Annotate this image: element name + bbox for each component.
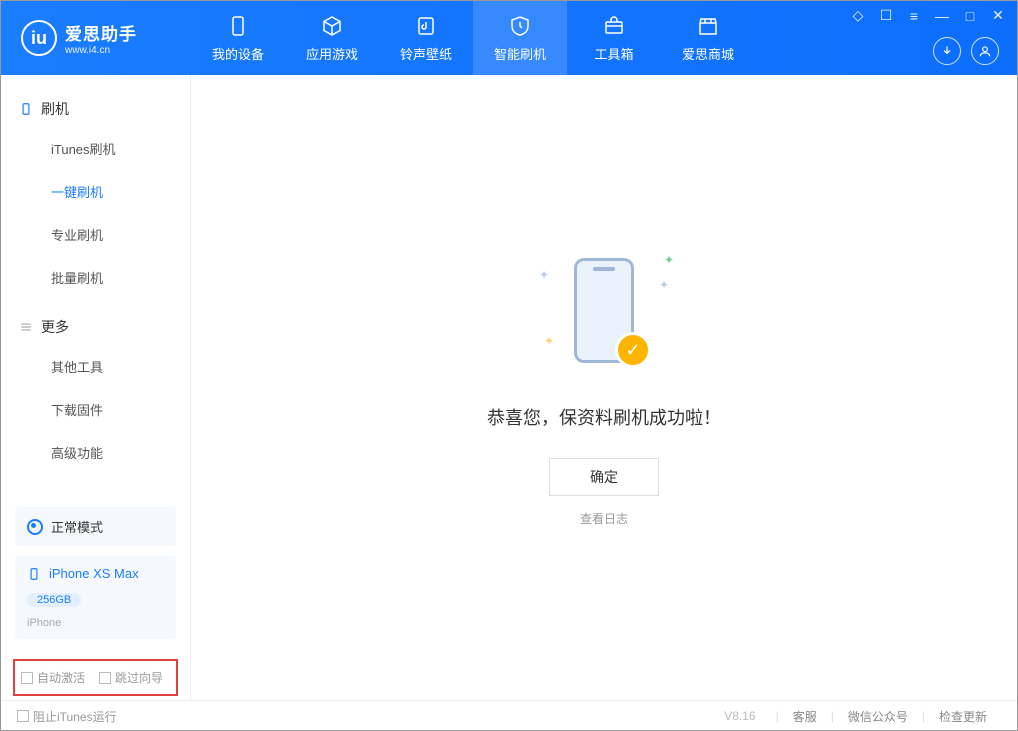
checkbox-icon [21, 672, 33, 684]
sparkle-icon: ✦ [544, 334, 554, 348]
logo-icon: iu [21, 20, 57, 56]
sidebar-item-itunes-flash[interactable]: iTunes刷机 [1, 127, 190, 170]
window-controls: ◇ ☐ ≡ — □ ✕ [849, 7, 1007, 24]
tab-label: 铃声壁纸 [400, 44, 452, 63]
ok-button[interactable]: 确定 [549, 458, 659, 496]
header-actions [933, 37, 999, 65]
checkmark-badge-icon: ✓ [615, 332, 651, 368]
device-type: iPhone [27, 617, 61, 629]
version-label: V8.16 [724, 709, 755, 723]
checkbox-icon [17, 710, 29, 722]
checkbox-skip-guide[interactable]: 跳过向导 [99, 669, 163, 686]
tab-toolbox[interactable]: 工具箱 [567, 1, 661, 75]
tab-label: 我的设备 [212, 44, 264, 63]
tab-flash[interactable]: 智能刷机 [473, 1, 567, 75]
sparkle-icon: ✦ [539, 268, 549, 282]
store-icon [696, 14, 720, 38]
status-bar: 阻止iTunes运行 V8.16 | 客服 | 微信公众号 | 检查更新 [1, 700, 1017, 731]
phone-icon [27, 567, 41, 581]
checkbox-block-itunes[interactable]: 阻止iTunes运行 [17, 708, 117, 725]
sidebar-item-other-tools[interactable]: 其他工具 [1, 345, 190, 388]
device-detail-box[interactable]: iPhone XS Max 256GB iPhone [15, 556, 176, 639]
checkbox-label: 自动激活 [37, 669, 85, 686]
section-label: 更多 [41, 317, 69, 337]
tab-label: 工具箱 [594, 44, 633, 63]
maximize-icon[interactable]: □ [961, 8, 979, 24]
minimize-icon[interactable]: — [933, 8, 951, 24]
user-button[interactable] [971, 37, 999, 65]
app-header: iu 爱思助手 www.i4.cn 我的设备 应用游戏 铃声壁纸 智能刷机 工具… [1, 1, 1017, 75]
flash-options-highlighted: 自动激活 跳过向导 [13, 659, 178, 696]
checkbox-auto-activate[interactable]: 自动激活 [21, 669, 85, 686]
download-icon [940, 44, 954, 58]
tab-label: 智能刷机 [494, 44, 546, 63]
download-button[interactable] [933, 37, 961, 65]
tab-label: 爱思商城 [682, 44, 734, 63]
tab-apps[interactable]: 应用游戏 [285, 1, 379, 75]
feedback-icon[interactable]: ☐ [877, 7, 895, 24]
user-icon [978, 44, 992, 58]
mode-icon [27, 519, 43, 535]
device-capacity: 256GB [27, 593, 81, 607]
sidebar-section-more: 更多 [1, 309, 190, 345]
footer-link-wechat[interactable]: 微信公众号 [834, 708, 922, 725]
shield-icon [508, 14, 532, 38]
tab-ringtones[interactable]: 铃声壁纸 [379, 1, 473, 75]
sidebar: 刷机 iTunes刷机 一键刷机 专业刷机 批量刷机 更多 其他工具 下载固件 … [1, 75, 191, 700]
tab-my-device[interactable]: 我的设备 [191, 1, 285, 75]
sidebar-section-flash: 刷机 [1, 91, 190, 127]
sidebar-item-batch-flash[interactable]: 批量刷机 [1, 256, 190, 299]
app-url: www.i4.cn [65, 45, 137, 56]
tab-store[interactable]: 爱思商城 [661, 1, 755, 75]
app-title: 爱思助手 [65, 20, 137, 45]
checkbox-label: 跳过向导 [115, 669, 163, 686]
menu-icon[interactable]: ≡ [905, 8, 923, 24]
sidebar-item-pro-flash[interactable]: 专业刷机 [1, 213, 190, 256]
tab-label: 应用游戏 [306, 44, 358, 63]
footer-link-service[interactable]: 客服 [779, 708, 831, 725]
logo: iu 爱思助手 www.i4.cn [1, 20, 191, 56]
music-icon [414, 14, 438, 38]
checkbox-label: 阻止iTunes运行 [33, 708, 117, 725]
device-mode-label: 正常模式 [51, 517, 103, 536]
phone-icon [19, 102, 33, 116]
skin-icon[interactable]: ◇ [849, 7, 867, 24]
main-content: ✦ ✦ ✦ ✦ ✓ 恭喜您，保资料刷机成功啦！ 确定 查看日志 [191, 75, 1017, 700]
success-message: 恭喜您，保资料刷机成功啦！ [487, 404, 721, 430]
success-illustration: ✦ ✦ ✦ ✦ ✓ [539, 248, 669, 378]
list-icon [19, 320, 33, 334]
sparkle-icon: ✦ [664, 253, 674, 267]
section-label: 刷机 [41, 99, 69, 119]
toolbox-icon [602, 14, 626, 38]
footer-link-update[interactable]: 检查更新 [925, 708, 1001, 725]
device-name: iPhone XS Max [49, 566, 139, 581]
sidebar-item-advanced[interactable]: 高级功能 [1, 431, 190, 474]
device-icon [226, 14, 250, 38]
sidebar-item-firmware[interactable]: 下载固件 [1, 388, 190, 431]
view-log-link[interactable]: 查看日志 [580, 510, 628, 527]
main-tabs: 我的设备 应用游戏 铃声壁纸 智能刷机 工具箱 爱思商城 [191, 1, 755, 75]
close-icon[interactable]: ✕ [989, 7, 1007, 24]
checkbox-icon [99, 672, 111, 684]
sidebar-item-oneclick-flash[interactable]: 一键刷机 [1, 170, 190, 213]
device-info-area: 正常模式 iPhone XS Max 256GB iPhone [1, 497, 190, 649]
cube-icon [320, 14, 344, 38]
sparkle-icon: ✦ [659, 278, 669, 292]
device-mode-box[interactable]: 正常模式 [15, 507, 176, 546]
